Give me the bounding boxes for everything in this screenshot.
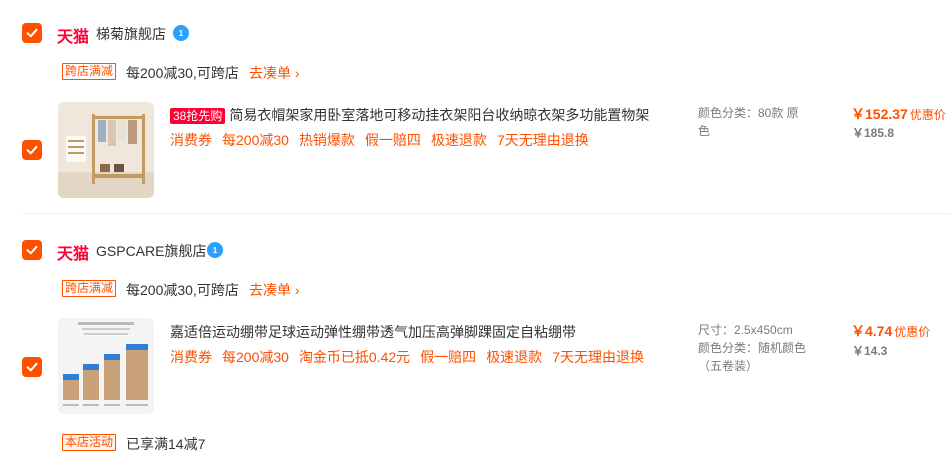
item-checkbox-1[interactable] [22, 140, 42, 160]
checkmark-icon [26, 245, 38, 255]
promo-text: 每200减30,可跨店 [126, 282, 239, 298]
service-tags: 消费券 每200减30 淘金币已抵0.42元 假一赔四 极速退款 7天无理由退换 [170, 347, 654, 367]
shop-activity-text: 已享满14减7 [126, 436, 206, 452]
shop-name[interactable]: GSPCARE旗舰店 [96, 241, 206, 261]
sku-line: 色 [698, 124, 711, 138]
service-tag: 淘金币已抵0.42元 [298, 349, 411, 365]
current-price: ￥4.74 优惠价 [851, 321, 930, 341]
service-tag: 热销爆款 [298, 132, 355, 148]
service-tag: 假一赔四 [364, 132, 421, 148]
tmall-logo: 天猫 [57, 246, 90, 263]
sku-info[interactable]: 颜色分类：80款 原 色 [698, 104, 818, 140]
original-price: ￥14.3 [852, 344, 888, 358]
item-checkbox-2[interactable] [22, 357, 42, 377]
hot-tag: 38抢先购 [170, 108, 226, 124]
product-thumbnail[interactable] [58, 102, 154, 198]
clothes-rack-image [58, 102, 154, 198]
price-value: ￥4.74 [851, 323, 893, 339]
service-tag: 每200减30 [222, 132, 289, 148]
shop-divider [22, 213, 951, 214]
sku-line: 颜色分类：80款 原 [698, 106, 799, 120]
collect-order-link[interactable]: 去凑单 › [249, 280, 300, 300]
sku-line: 颜色分类：随机颜色 [698, 341, 807, 355]
verified-badge-icon: 1 [173, 25, 189, 41]
shop-activity-tag: 本店活动 [62, 434, 117, 451]
price-value: ￥152.37 [851, 106, 908, 122]
current-price: ￥152.37 优惠价 [851, 104, 946, 124]
price-note: 优惠价 [909, 108, 946, 122]
service-tag: 极速退款 [486, 349, 543, 365]
service-tag: 每200减30 [222, 349, 289, 365]
tmall-logo: 天猫 [57, 29, 90, 46]
service-tag: 消费券 [170, 349, 212, 365]
product-title-text: 简易衣帽架家用卧室落地可移动挂衣架阳台收纳晾衣架多功能置物架 [229, 107, 650, 123]
service-tag: 消费券 [170, 132, 212, 148]
promo-tag: 跨店满减 [62, 63, 117, 80]
service-tag: 假一赔四 [420, 349, 477, 365]
bandage-rolls-image [58, 318, 154, 414]
shop-name[interactable]: 梯菊旗舰店 [96, 24, 166, 44]
service-tag: 7天无理由退换 [552, 349, 644, 365]
product-thumbnail[interactable] [58, 318, 154, 414]
promo-tag: 跨店满减 [62, 280, 117, 297]
original-price: ￥185.8 [852, 126, 895, 140]
checkmark-icon [26, 362, 38, 372]
product-title[interactable]: 38抢先购 简易衣帽架家用卧室落地可移动挂衣架阳台收纳晾衣架多功能置物架 [170, 105, 649, 125]
shop-checkbox-1[interactable] [22, 23, 42, 43]
sku-line: （五卷装） [698, 359, 759, 373]
sku-line: 尺寸：2.5x450cm [698, 323, 793, 337]
sku-info[interactable]: 尺寸：2.5x450cm 颜色分类：随机颜色 （五卷装） [698, 321, 828, 375]
verified-badge-icon: 1 [207, 242, 223, 258]
service-tags: 消费券 每200减30 热销爆款 假一赔四 极速退款 7天无理由退换 [170, 130, 599, 150]
checkmark-icon [26, 28, 38, 38]
checkmark-icon [26, 145, 38, 155]
product-title[interactable]: 嘉适倍运动绷带足球运动弹性绷带透气加压高弹脚踝固定自粘绷带 [170, 322, 576, 342]
price-note: 优惠价 [894, 325, 931, 339]
collect-order-link[interactable]: 去凑单 › [249, 63, 300, 83]
shop-checkbox-2[interactable] [22, 240, 42, 260]
service-tag: 7天无理由退换 [496, 132, 589, 148]
service-tag: 极速退款 [430, 132, 487, 148]
promo-text: 每200减30,可跨店 [126, 65, 239, 81]
